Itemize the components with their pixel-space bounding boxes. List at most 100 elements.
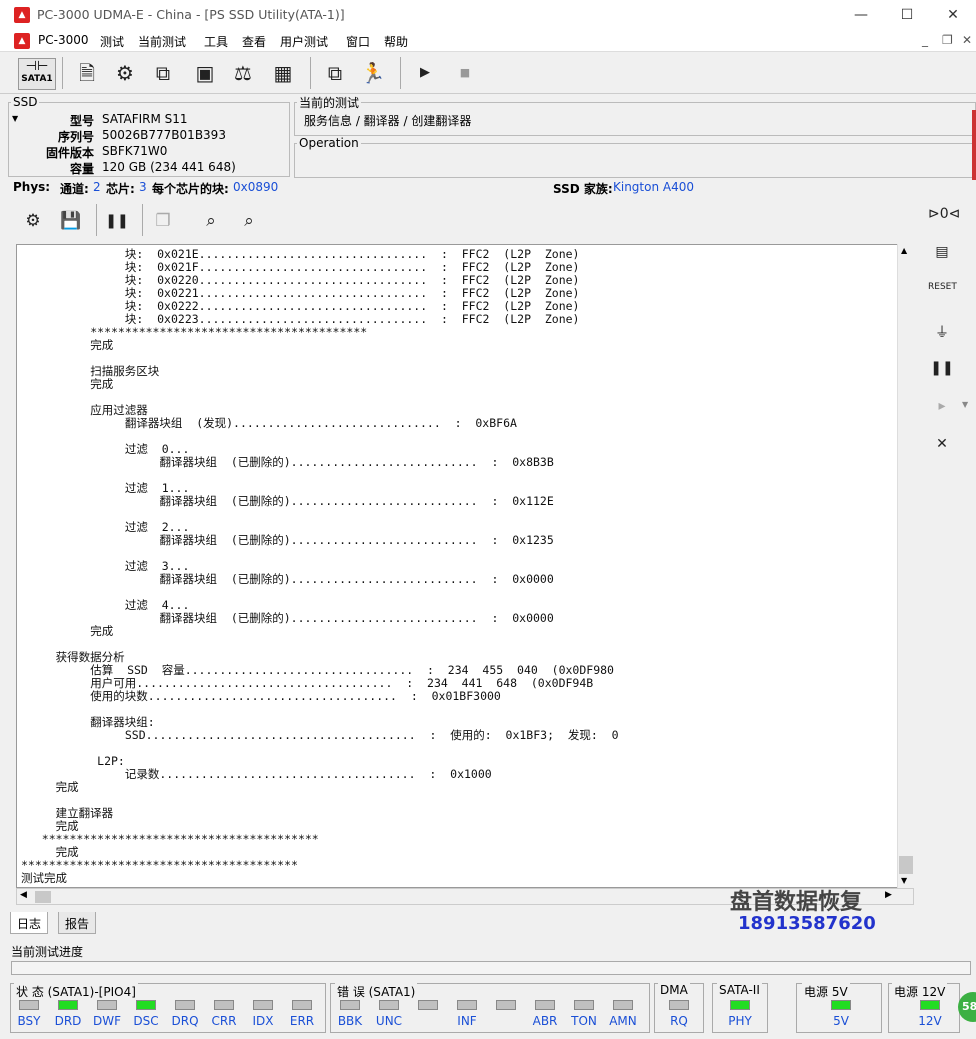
toolbar: ⊣⊢ SATA1 🗎 ⚙ ⧉ ▣ ⚖ ▦ ⧉ 🏃 ▶ ■: [0, 52, 976, 94]
title-bar: ▲ PC-3000 UDMA-E - China - [PS SSD Utili…: [0, 0, 976, 30]
sata-group-title: SATA-II: [717, 983, 762, 997]
error-label-unc: UNC: [375, 1014, 403, 1028]
menu-window[interactable]: 窗口: [346, 33, 370, 50]
save-icon[interactable]: 💾: [56, 206, 86, 236]
progress-label: 当前测试进度: [11, 945, 84, 959]
play-icon[interactable]: ▶: [410, 58, 440, 88]
scroll-down-icon[interactable]: ▼: [901, 876, 907, 885]
menu-test[interactable]: 测试: [100, 33, 124, 50]
side-expand-icon[interactable]: ▼: [962, 400, 968, 409]
menu-bar: ▲ PC-3000 测试 当前测试 工具 查看 用户测试 窗口 帮助 _ ❐ ✕: [0, 30, 976, 52]
power12-title: 电源 12V: [892, 983, 948, 1000]
error-group-title: 错 误 (SATA1): [335, 983, 418, 1000]
sata-connector-icon: ⊣⊢: [25, 59, 49, 74]
chip-copy-icon[interactable]: ⧉: [148, 58, 178, 88]
settings-gear-icon[interactable]: ⚙: [110, 58, 140, 88]
grid-icon[interactable]: ▦: [268, 58, 298, 88]
hscroll-thumb[interactable]: [35, 891, 51, 903]
firmware-label: 固件版本: [45, 146, 94, 160]
minimize-button[interactable]: —: [838, 0, 884, 30]
windows-icon[interactable]: ⧉: [320, 58, 350, 88]
tab-report[interactable]: 报告: [58, 912, 97, 934]
reset-icon[interactable]: RESET: [928, 282, 957, 304]
error-label-inf: INF: [457, 1014, 477, 1028]
mdi-minimize-icon[interactable]: _: [922, 33, 928, 47]
menu-current-test[interactable]: 当前测试: [138, 33, 186, 50]
status-label-err: ERR: [289, 1014, 315, 1028]
sata-phy-label: PHY: [728, 1014, 752, 1028]
log-panel[interactable]: 块: 0x021E...............................…: [16, 244, 914, 888]
corner-badge: 58: [958, 992, 976, 1022]
status-label-idx: IDX: [252, 1014, 274, 1028]
status-led-dsc: [136, 1000, 156, 1010]
error-led-ton: [574, 1000, 594, 1010]
power5-led: [831, 1000, 851, 1010]
copy-icon[interactable]: ❐: [148, 206, 178, 236]
blocks-per-chip-value: 0x0890: [233, 180, 279, 194]
error-label-abr: ABR: [532, 1014, 558, 1028]
status-label-dsc: DSC: [133, 1014, 159, 1028]
error-label-ton: TON: [571, 1014, 597, 1028]
error-led-unc: [379, 1000, 399, 1010]
menu-help[interactable]: 帮助: [384, 33, 408, 50]
error-label-bbk: BBK: [337, 1014, 363, 1028]
scroll-up-icon[interactable]: ▲: [901, 246, 907, 255]
board-icon[interactable]: ▤: [928, 244, 956, 266]
menu-tools[interactable]: 工具: [204, 33, 228, 50]
dma-rq-label: RQ: [670, 1014, 688, 1028]
status-label-drq: DRQ: [171, 1014, 199, 1028]
dma-rq-led: [669, 1000, 689, 1010]
menu-view[interactable]: 查看: [242, 33, 266, 50]
find-next-binoculars-icon[interactable]: ⌕: [234, 206, 264, 236]
stop-icon[interactable]: ■: [450, 58, 480, 88]
menu-pc3000[interactable]: PC-3000: [38, 33, 88, 47]
maximize-button[interactable]: ☐: [884, 0, 930, 30]
app-icon: ▲: [14, 7, 30, 23]
mdi-close-icon[interactable]: ✕: [962, 33, 972, 47]
status-led-dwf: [97, 1000, 117, 1010]
side-chip-icon[interactable]: ▸: [928, 398, 956, 420]
chip-icon[interactable]: ▣: [190, 58, 220, 88]
log-vertical-scrollbar[interactable]: ▲ ▼: [897, 244, 914, 888]
find-binoculars-icon[interactable]: ⌕: [196, 206, 226, 236]
power12-label: 12V: [918, 1014, 942, 1028]
power-switch-icon[interactable]: ⊳0⊲: [928, 206, 960, 228]
scroll-thumb[interactable]: [899, 856, 913, 874]
capacity-value: 120 GB (234 441 648): [102, 160, 236, 174]
tab-log[interactable]: 日志: [10, 912, 49, 934]
sata-phy-led: [730, 1000, 750, 1010]
status-led-drq: [175, 1000, 195, 1010]
power5-label: 5V: [833, 1014, 849, 1028]
menu-user-test[interactable]: 用户测试: [280, 33, 328, 50]
info-icon[interactable]: 🗎: [72, 58, 102, 88]
channels-value: 2: [93, 180, 101, 194]
capacity-label: 容量: [69, 162, 94, 176]
runner-icon[interactable]: 🏃: [358, 58, 388, 88]
current-test-legend: 当前的测试: [299, 96, 360, 110]
scale-icon[interactable]: ⚖: [228, 58, 258, 88]
scroll-right-icon[interactable]: ▶: [885, 890, 892, 900]
phys-label: Phys:: [13, 180, 51, 194]
dma-group-title: DMA: [658, 983, 690, 997]
sata-port-button[interactable]: ⊣⊢ SATA1: [18, 58, 56, 90]
model-value: SATAFIRM S11: [102, 112, 188, 126]
ssd-family-value: Kington A400: [613, 180, 695, 194]
status-led-bsy: [19, 1000, 39, 1010]
status-label-drd: DRD: [54, 1014, 82, 1028]
scroll-left-icon[interactable]: ◀: [20, 890, 27, 900]
sata-port-label: SATA1: [21, 74, 53, 84]
watermark-name: 盘首数据恢复: [730, 890, 863, 915]
channels-label: 通道:: [60, 182, 89, 196]
jumper-icon[interactable]: ⏚: [928, 322, 956, 344]
pause-icon[interactable]: ❚❚: [102, 206, 132, 236]
close-button[interactable]: ✕: [930, 0, 976, 30]
window-title: PC-3000 UDMA-E - China - [PS SSD Utility…: [37, 7, 345, 22]
firmware-value: SBFK71W0: [102, 144, 168, 158]
side-pause-icon[interactable]: ❚❚: [928, 360, 956, 382]
error-led-abr: [535, 1000, 555, 1010]
operation-legend: Operation: [299, 136, 359, 150]
mdi-restore-icon[interactable]: ❐: [942, 33, 953, 47]
chip-settings-icon[interactable]: ⚙: [18, 206, 48, 236]
menu-app-icon[interactable]: ▲: [14, 33, 30, 49]
tools-icon[interactable]: ✕: [928, 436, 956, 458]
